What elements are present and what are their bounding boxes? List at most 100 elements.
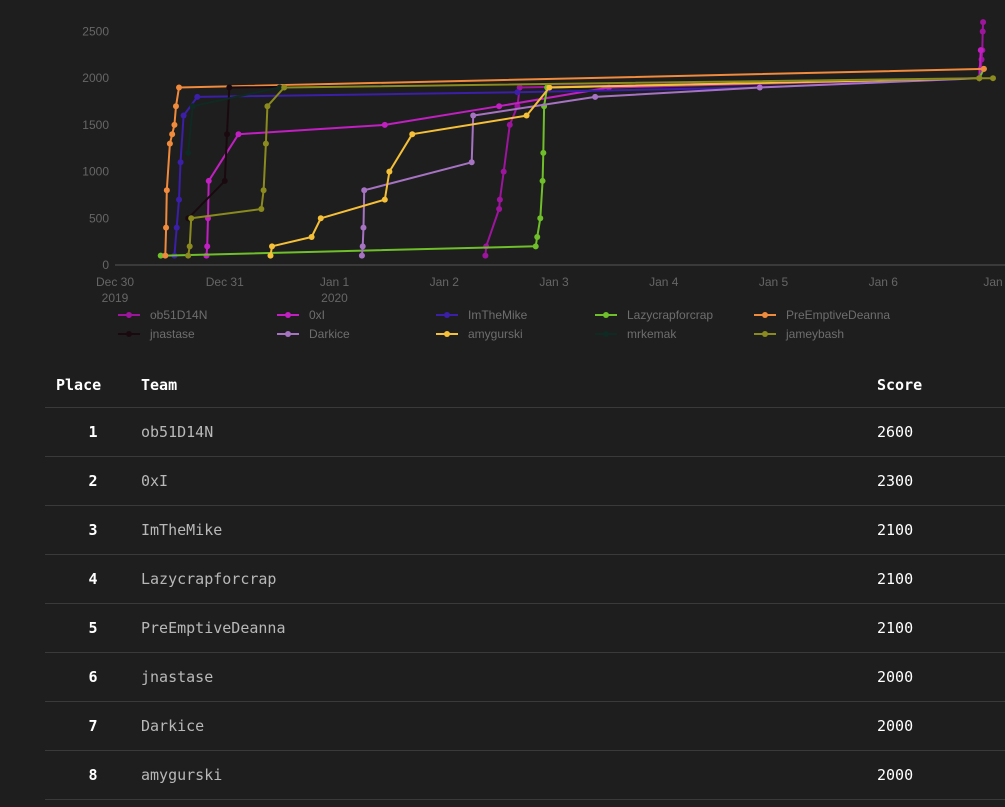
legend-swatch-dot (444, 331, 450, 337)
series-jameybash (185, 75, 996, 259)
data-point (163, 224, 170, 231)
legend-swatch-dot (762, 312, 768, 318)
data-point (262, 140, 269, 147)
data-point (546, 84, 553, 91)
x-tick-label: Jan 3 (539, 275, 569, 289)
legend-label: amygurski (468, 327, 523, 341)
series-ImTheMike (171, 65, 987, 259)
table-row: 3 ImTheMike 2100 (45, 505, 1005, 555)
y-tick-label: 2000 (82, 71, 109, 85)
team-link[interactable]: PreEmptiveDeanna (141, 603, 877, 653)
data-point (976, 75, 983, 82)
data-point (756, 84, 763, 91)
data-point (224, 131, 231, 138)
team-link[interactable]: 0xI (141, 456, 877, 506)
score-cell: 2100 (877, 505, 1005, 555)
data-point (496, 196, 503, 203)
series-line (484, 22, 985, 256)
legend-label: 0xI (309, 308, 325, 322)
data-point (258, 205, 265, 212)
x-tick-label: Jan 4 (649, 275, 679, 289)
legend-item: 0xI (277, 308, 325, 322)
data-point (172, 103, 179, 110)
data-point (176, 196, 183, 203)
data-point (162, 252, 169, 259)
score-cell: 2000 (877, 701, 1005, 751)
legend-item: mrkemak (595, 327, 677, 341)
data-point (180, 112, 187, 119)
data-point (990, 75, 996, 82)
header-place: Place (45, 362, 141, 408)
data-point (381, 121, 388, 128)
x-tick-label: Jan 2 (430, 275, 460, 289)
legend-item: PreEmptiveDeanna (754, 308, 890, 322)
legend-label: ImTheMike (468, 308, 528, 322)
data-point (361, 187, 368, 194)
chart-svg: 0 500 1000 1500 2000 2500 Dec 30 2019 Dec 31 Jan … (82, 19, 1005, 341)
series-amygurski (267, 75, 983, 259)
x-tick-label: Dec 31 (206, 275, 244, 289)
legend-swatch-dot (126, 312, 132, 318)
data-point (269, 243, 276, 250)
x-tick-sublabel: 2020 (321, 291, 348, 305)
legend-item: Lazycrapforcrap (595, 308, 713, 322)
data-point (979, 28, 986, 35)
data-point (186, 243, 193, 250)
data-point (386, 168, 393, 175)
series-line (187, 77, 993, 256)
score-cell: 2100 (877, 554, 1005, 604)
team-link[interactable]: ob51D14N (141, 407, 877, 457)
data-point (540, 149, 547, 156)
team-link[interactable]: amygurski (141, 750, 877, 800)
legend-item: ImTheMike (436, 308, 528, 322)
legend-label: jnastase (149, 327, 195, 341)
legend-label: ob51D14N (150, 308, 207, 322)
data-point (358, 252, 365, 259)
series-line (160, 68, 985, 257)
team-link[interactable]: jnastase (141, 652, 877, 702)
data-point (409, 131, 416, 138)
data-point (267, 252, 274, 259)
y-tick-label: 500 (89, 211, 109, 225)
data-point (185, 252, 192, 259)
header-team: Team (141, 362, 877, 408)
scoreboard: Place Team Score 1 ob51D14N 2600 2 0xI 2… (45, 362, 1005, 800)
place-cell: 5 (45, 603, 141, 653)
legend-swatch-dot (762, 331, 768, 337)
series-jnastase (185, 75, 983, 222)
team-link[interactable]: Darkice (141, 701, 877, 751)
data-point (500, 168, 507, 175)
data-point (537, 215, 544, 222)
data-point (482, 252, 489, 259)
score-cell: 2600 (877, 407, 1005, 457)
data-point (977, 47, 984, 54)
legend-swatch-dot (285, 312, 291, 318)
table-row: 2 0xI 2300 (45, 456, 1005, 506)
data-point (188, 215, 195, 222)
team-link[interactable]: ImTheMike (141, 505, 877, 555)
score-cell: 2300 (877, 456, 1005, 506)
scoreboard-header-row: Place Team Score (45, 362, 1005, 408)
data-point (360, 224, 367, 231)
data-point (185, 149, 192, 156)
legend-item: Darkice (277, 327, 350, 341)
data-point (205, 177, 212, 184)
y-tick-label: 1500 (82, 118, 109, 132)
series-line (164, 67, 984, 256)
x-tick-label: Dec 30 (96, 275, 134, 289)
x-tick-label: Jan (983, 275, 1002, 289)
y-tick-label: 1000 (82, 165, 109, 179)
data-point (523, 112, 530, 119)
data-point (226, 84, 233, 91)
data-point (166, 140, 173, 147)
header-score: Score (877, 362, 1005, 408)
team-link[interactable]: Lazycrapforcrap (141, 554, 877, 604)
series-line (187, 77, 980, 153)
data-point (260, 187, 267, 194)
score-cell: 2100 (877, 603, 1005, 653)
data-point (264, 103, 271, 110)
data-point (173, 224, 180, 231)
x-tick-label: Jan 5 (759, 275, 789, 289)
data-point (317, 215, 324, 222)
data-point (506, 121, 513, 128)
